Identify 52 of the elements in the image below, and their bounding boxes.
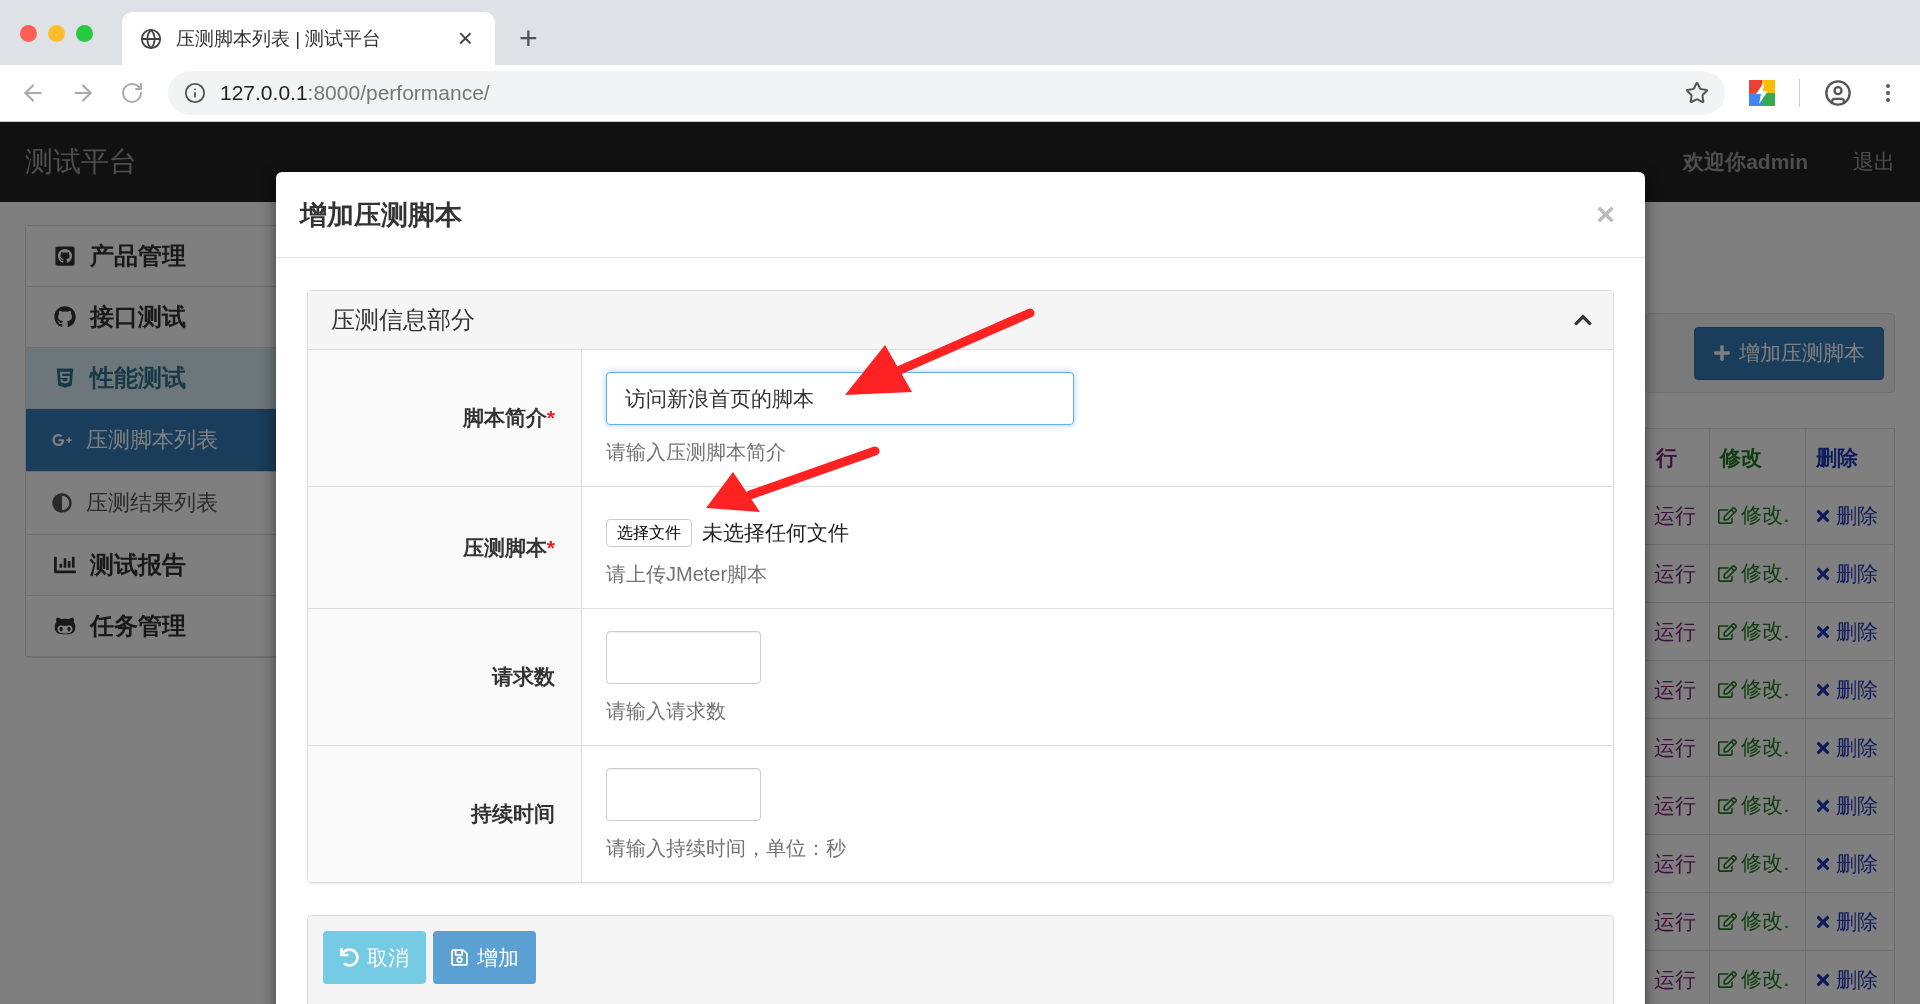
edit-icon <box>1718 969 1738 989</box>
url-path: :8000/performance/ <box>307 81 490 105</box>
number-field[interactable] <box>606 768 761 821</box>
edit-icon <box>1718 505 1738 525</box>
info-icon[interactable] <box>184 82 206 104</box>
choose-file-button[interactable]: 选择文件 <box>606 519 692 547</box>
undo-icon <box>340 948 359 967</box>
field-label: 请求数 <box>492 664 555 690</box>
edit-icon <box>1718 679 1738 699</box>
field-label: 脚本简介* <box>462 405 555 431</box>
address-bar[interactable]: 127.0.0.1:8000/performance/ <box>168 71 1725 115</box>
browser-tab[interactable]: 压测脚本列表 | 测试平台 × <box>122 12 495 65</box>
column-header: 删除 <box>1805 428 1895 487</box>
profile-icon[interactable] <box>1824 79 1852 107</box>
column-header: 修改 <box>1709 428 1806 487</box>
help-text: 请输入压测脚本简介 <box>606 440 787 465</box>
logout-link[interactable]: 退出 <box>1853 148 1895 176</box>
welcome-text: 欢迎你admin <box>1683 149 1808 175</box>
github-icon <box>54 306 76 328</box>
add-script-button[interactable]: 增加压测脚本 <box>1694 326 1884 380</box>
extension-icon[interactable] <box>1749 80 1775 106</box>
save-icon <box>450 948 469 967</box>
add-button[interactable]: 增加 <box>433 931 536 984</box>
column-header: 行 <box>1645 428 1710 487</box>
help-text: 请输入持续时间，单位：秒 <box>606 836 847 861</box>
minimize-window-icon[interactable] <box>48 25 65 42</box>
cat-icon <box>54 615 76 637</box>
edit-icon <box>1718 621 1738 641</box>
url-host: 127.0.0.1 <box>220 81 308 105</box>
edit-icon <box>1718 795 1738 815</box>
field-label: 压测脚本* <box>462 534 555 561</box>
globe-icon <box>140 27 162 50</box>
zoom-window-icon[interactable] <box>76 25 93 42</box>
help-text: 请输入请求数 <box>606 699 727 724</box>
html5-icon <box>54 367 76 389</box>
edit-icon <box>1718 911 1738 931</box>
file-status: 未选择任何文件 <box>702 520 849 546</box>
edit-icon <box>1718 737 1738 757</box>
edit-icon <box>1718 853 1738 873</box>
bar-chart-icon <box>54 554 76 576</box>
star-icon[interactable] <box>1685 81 1709 105</box>
reload-icon[interactable] <box>120 81 144 105</box>
plus-icon <box>1713 344 1731 362</box>
new-tab-button[interactable]: + <box>513 20 544 57</box>
edit-icon <box>1718 563 1738 583</box>
close-window-icon[interactable] <box>20 25 37 42</box>
field-label: 持续时间 <box>471 801 555 827</box>
help-text: 请上传JMeter脚本 <box>606 562 769 587</box>
text-field[interactable]: 访问新浪首页的脚本 <box>606 372 1074 425</box>
close-tab-button[interactable]: × <box>453 23 477 54</box>
number-field[interactable] <box>606 631 761 684</box>
panel-heading[interactable]: 压测信息部分 <box>308 291 1613 350</box>
